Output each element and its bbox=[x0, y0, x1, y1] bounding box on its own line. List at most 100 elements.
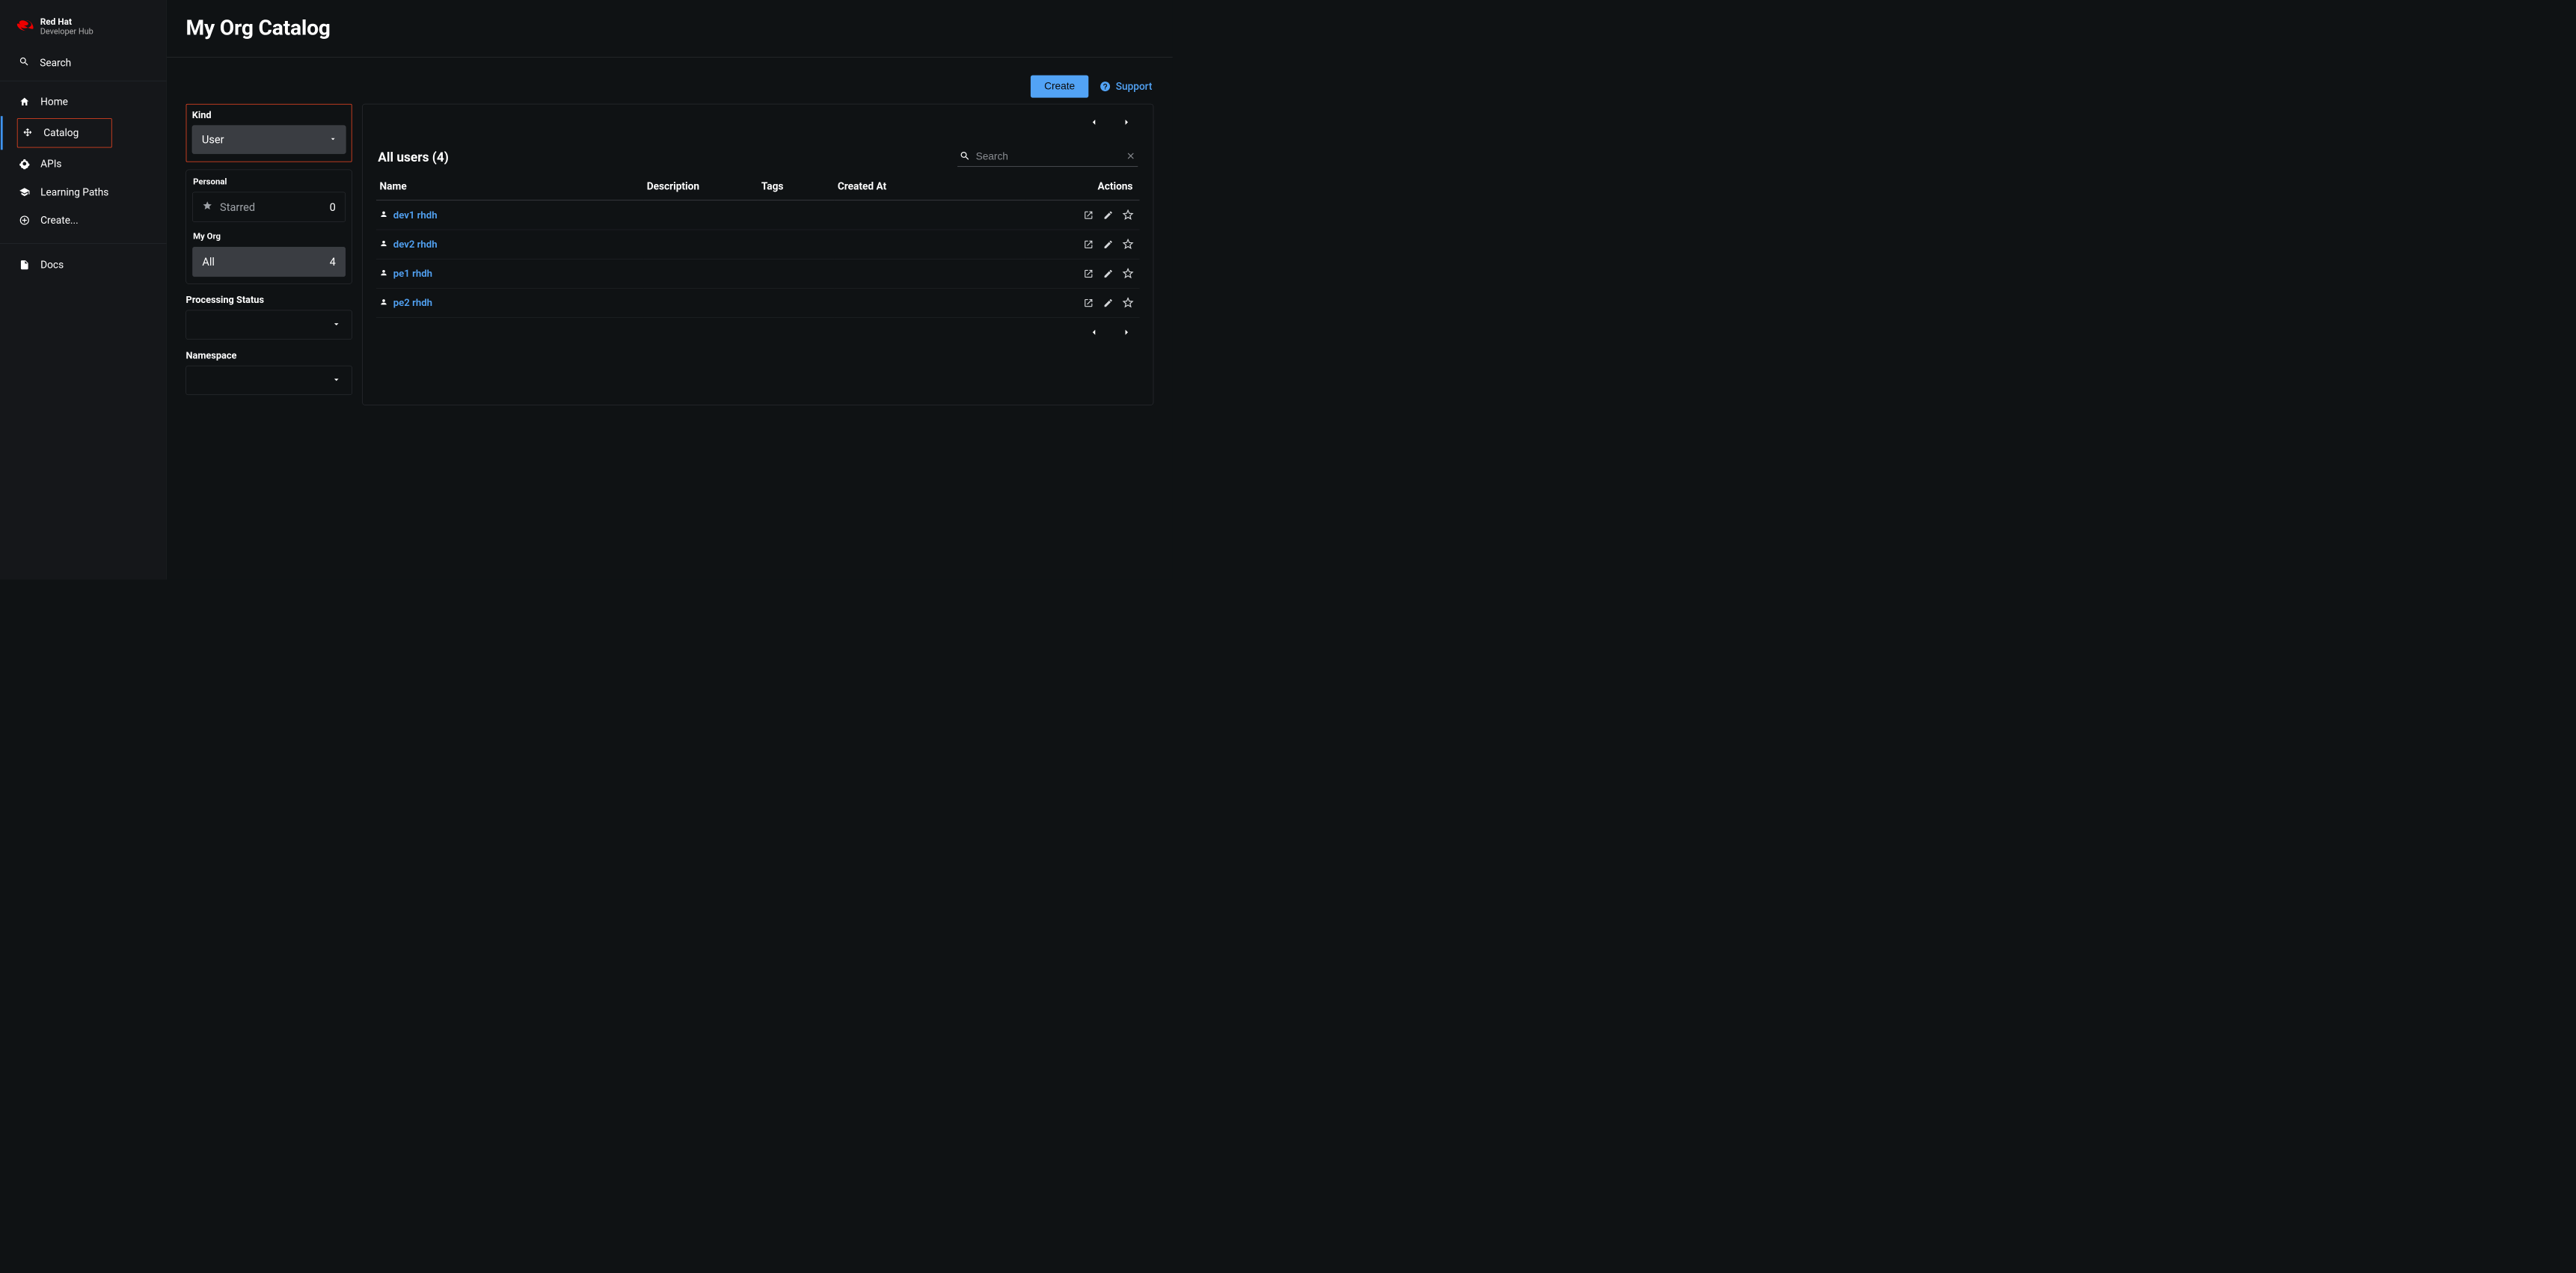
edit-button[interactable] bbox=[1100, 266, 1117, 282]
apis-icon bbox=[19, 159, 30, 170]
open-button[interactable] bbox=[1080, 266, 1097, 282]
user-link[interactable]: pe2 rhdh bbox=[393, 297, 432, 308]
clear-icon[interactable] bbox=[1126, 151, 1136, 162]
namespace-select[interactable] bbox=[186, 366, 352, 395]
star-button[interactable] bbox=[1120, 295, 1136, 311]
cell-name: dev1 rhdh bbox=[376, 200, 643, 230]
table-row: dev1 rhdh bbox=[376, 200, 1140, 230]
cell-name: pe2 rhdh bbox=[376, 288, 643, 317]
edit-button[interactable] bbox=[1100, 295, 1117, 311]
sidebar-item-label: Learning Paths bbox=[40, 186, 108, 198]
create-button[interactable]: Create bbox=[1031, 76, 1088, 98]
open-button[interactable] bbox=[1080, 236, 1097, 253]
col-description[interactable]: Description bbox=[643, 173, 758, 200]
processing-select[interactable] bbox=[186, 310, 352, 340]
edit-button[interactable] bbox=[1100, 207, 1117, 224]
cell-actions bbox=[1025, 259, 1139, 288]
cell-tags bbox=[758, 230, 834, 259]
sidebar-item-home[interactable]: Home bbox=[0, 88, 167, 116]
cell-actions bbox=[1025, 230, 1139, 259]
create-icon bbox=[19, 215, 30, 226]
page-next-button[interactable] bbox=[1119, 114, 1135, 132]
table-row: dev2 rhdh bbox=[376, 230, 1140, 259]
support-label: Support bbox=[1116, 81, 1153, 93]
table-row: pe2 rhdh bbox=[376, 288, 1140, 317]
filter-kind: Kind User bbox=[186, 104, 352, 162]
person-icon bbox=[380, 297, 388, 308]
filter-personal-header: Personal bbox=[193, 177, 346, 186]
filter-starred-row[interactable]: Starred 0 bbox=[192, 192, 346, 222]
star-button[interactable] bbox=[1120, 206, 1136, 223]
person-icon bbox=[380, 209, 388, 221]
star-button[interactable] bbox=[1120, 236, 1136, 252]
table-title: All users (4) bbox=[378, 150, 449, 165]
cell-created-at bbox=[834, 288, 1025, 317]
table-search-input[interactable] bbox=[976, 151, 1120, 162]
filter-all-count: 4 bbox=[330, 255, 336, 268]
search-icon bbox=[19, 56, 30, 70]
sidebar-item-label: Home bbox=[40, 96, 68, 108]
docs-section: Docs bbox=[0, 243, 167, 279]
star-button[interactable] bbox=[1120, 266, 1136, 282]
person-icon bbox=[380, 268, 388, 279]
docs-icon bbox=[19, 260, 30, 271]
sidebar-search-label: Search bbox=[40, 57, 71, 69]
col-name[interactable]: Name bbox=[376, 173, 643, 200]
pager-bottom bbox=[376, 318, 1140, 349]
user-link[interactable]: dev1 rhdh bbox=[393, 209, 438, 221]
pager-top bbox=[376, 108, 1140, 138]
sidebar-item-create[interactable]: Create... bbox=[0, 206, 167, 235]
edit-button[interactable] bbox=[1100, 236, 1117, 253]
open-button[interactable] bbox=[1080, 207, 1097, 224]
support-link[interactable]: Support bbox=[1100, 81, 1153, 93]
filter-processing: Processing Status bbox=[186, 294, 352, 340]
brand-main: Red Hat bbox=[40, 17, 93, 27]
redhat-logo-icon bbox=[17, 20, 34, 32]
table-row: pe1 rhdh bbox=[376, 259, 1140, 288]
col-created-at[interactable]: Created At bbox=[834, 173, 1025, 200]
cell-name: dev2 rhdh bbox=[376, 230, 643, 259]
help-icon bbox=[1100, 81, 1111, 92]
page-prev-button[interactable] bbox=[1086, 325, 1102, 342]
filters-panel: Kind User Personal bbox=[186, 104, 352, 405]
sidebar-item-label: Docs bbox=[40, 259, 64, 271]
chevron-down-icon bbox=[328, 133, 337, 146]
sidebar-item-catalog[interactable]: Catalog bbox=[17, 118, 112, 148]
page-prev-button[interactable] bbox=[1086, 114, 1102, 132]
cell-description bbox=[643, 230, 758, 259]
table-header-row: All users (4) bbox=[376, 138, 1140, 173]
page-header: My Org Catalog bbox=[167, 0, 1173, 58]
cell-created-at bbox=[834, 230, 1025, 259]
user-link[interactable]: dev2 rhdh bbox=[393, 239, 438, 250]
cell-description bbox=[643, 200, 758, 230]
filter-processing-label: Processing Status bbox=[186, 294, 352, 305]
kind-select[interactable]: User bbox=[192, 126, 346, 154]
sidebar-item-learning[interactable]: Learning Paths bbox=[0, 178, 167, 206]
table-panel: All users (4) Name bbox=[362, 104, 1153, 405]
main: My Org Catalog Create Support Kind User bbox=[167, 0, 1173, 580]
filter-starred-label: Starred bbox=[220, 200, 255, 213]
sidebar-item-docs[interactable]: Docs bbox=[0, 251, 167, 279]
open-button[interactable] bbox=[1080, 295, 1097, 311]
filter-all-row[interactable]: All 4 bbox=[192, 247, 346, 277]
person-icon bbox=[380, 239, 388, 250]
brand-sub: Developer Hub bbox=[40, 27, 93, 36]
chevron-down-icon bbox=[331, 319, 342, 331]
cell-tags bbox=[758, 259, 834, 288]
users-table: Name Description Tags Created At Actions… bbox=[376, 173, 1140, 317]
sidebar-item-apis[interactable]: APIs bbox=[0, 150, 167, 178]
sidebar: Red Hat Developer Hub Search Home Cata bbox=[0, 0, 167, 580]
search-icon bbox=[960, 150, 971, 162]
cell-tags bbox=[758, 288, 834, 317]
home-icon bbox=[19, 96, 30, 108]
filter-kind-label: Kind bbox=[192, 109, 346, 120]
user-link[interactable]: pe1 rhdh bbox=[393, 268, 432, 279]
brand-text: Red Hat Developer Hub bbox=[40, 17, 93, 36]
table-header: Name Description Tags Created At Actions bbox=[376, 173, 1140, 200]
col-tags[interactable]: Tags bbox=[758, 173, 834, 200]
brand: Red Hat Developer Hub bbox=[0, 0, 167, 46]
filter-namespace: Namespace bbox=[186, 349, 352, 395]
cell-description bbox=[643, 259, 758, 288]
sidebar-search[interactable]: Search bbox=[0, 46, 167, 81]
page-next-button[interactable] bbox=[1119, 325, 1135, 342]
